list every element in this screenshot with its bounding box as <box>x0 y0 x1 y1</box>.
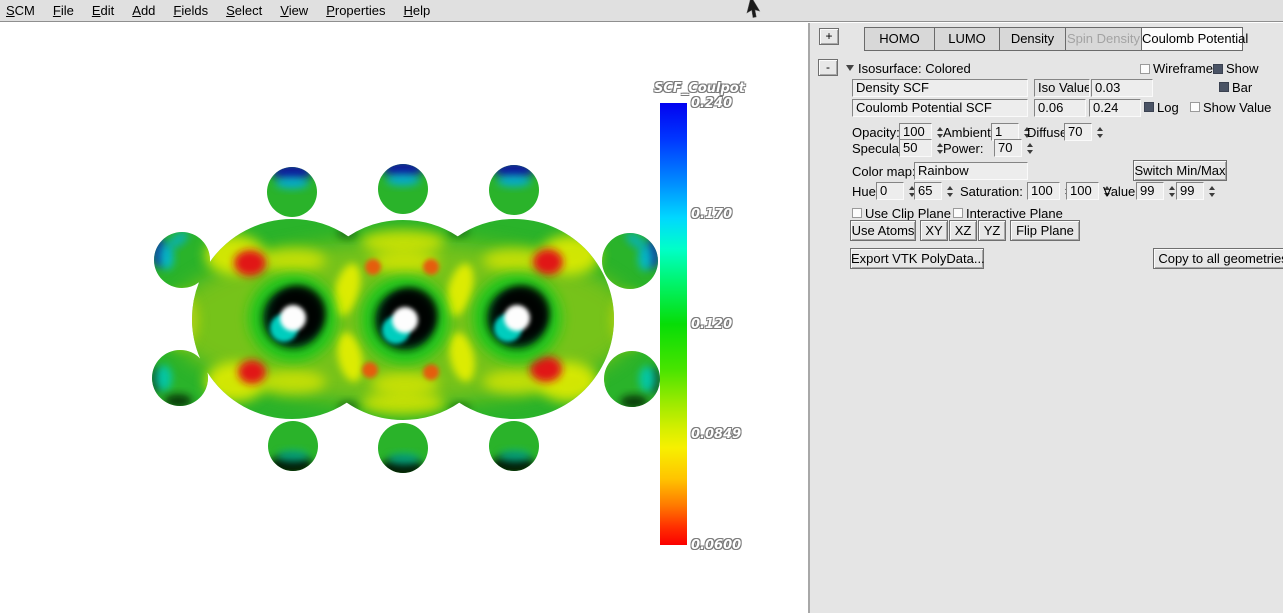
spin-down-icon[interactable] <box>1097 134 1103 138</box>
render-canvas[interactable]: SCF_Coulpot 0.240 0.170 0.120 0.0849 0.0… <box>0 23 807 613</box>
field-tabs: HOMO LUMO Density Spin Density Coulomb P… <box>864 27 1243 51</box>
colormap-input[interactable]: Rainbow <box>914 162 1028 180</box>
iso-value-input[interactable]: 0.03 <box>1091 79 1153 97</box>
copy-to-all-geometries-button[interactable]: Copy to all geometries <box>1153 248 1283 269</box>
wireframe-label: Wireframe <box>1153 61 1213 76</box>
menu-view[interactable]: View <box>271 3 317 18</box>
show-value-checkbox[interactable] <box>1190 102 1200 112</box>
bar-checkbox[interactable] <box>1219 82 1229 92</box>
mouse-cursor-icon <box>742 0 766 19</box>
power-spinner[interactable]: 70 <box>994 139 1035 157</box>
interactive-plane-label: Interactive Plane <box>966 206 1063 221</box>
colorbar-tick: 0.0849 <box>691 427 741 442</box>
opacity-label: Opacity: <box>852 125 900 140</box>
collapse-triangle-icon[interactable] <box>846 65 854 71</box>
use-clip-plane-checkbox[interactable] <box>852 208 862 218</box>
menu-scm[interactable]: SCM <box>0 3 44 18</box>
colorbar-gradient <box>660 103 687 545</box>
menu-help[interactable]: Help <box>394 3 439 18</box>
colorbar-title: SCF_Coulpot <box>654 81 745 96</box>
remove-field-button[interactable]: - <box>818 59 838 76</box>
tab-homo[interactable]: HOMO <box>864 27 935 51</box>
molecule-isosurface-view[interactable] <box>150 160 660 480</box>
spin-up-icon[interactable] <box>1209 186 1215 190</box>
colorbar-tick-min: 0.0600 <box>691 538 741 553</box>
color-min-input[interactable]: 0.06 <box>1034 99 1086 117</box>
isosurface-title: Isosurface: Colored <box>858 61 971 76</box>
use-atoms-button[interactable]: Use Atoms <box>850 220 916 241</box>
menu-select[interactable]: Select <box>217 3 271 18</box>
tab-lumo[interactable]: LUMO <box>934 27 1000 51</box>
iso-value-label: Iso Value <box>1034 79 1090 97</box>
export-vtk-button[interactable]: Export VTK PolyData... <box>850 248 984 269</box>
tab-spin-density: Spin Density <box>1065 27 1142 51</box>
colorbar-tick-max: 0.240 <box>691 96 732 111</box>
log-label: Log <box>1157 100 1179 115</box>
switch-minmax-button[interactable]: Switch Min/Max <box>1133 160 1227 181</box>
menu-fields[interactable]: Fields <box>164 3 217 18</box>
bar-label: Bar <box>1232 80 1252 95</box>
spin-up-icon[interactable] <box>947 186 953 190</box>
flip-plane-button[interactable]: Flip Plane <box>1010 220 1080 241</box>
spin-down-icon[interactable] <box>1209 193 1215 197</box>
yz-plane-button[interactable]: YZ <box>978 220 1006 241</box>
use-clip-plane-label: Use Clip Plane <box>865 206 951 221</box>
xy-plane-button[interactable]: XY <box>920 220 948 241</box>
menu-file[interactable]: File <box>44 3 83 18</box>
log-checkbox[interactable] <box>1144 102 1154 112</box>
ambient-label: Ambient: <box>943 125 994 140</box>
value-min-spinner[interactable]: 99 <box>1136 182 1177 200</box>
spin-down-icon[interactable] <box>1169 193 1175 197</box>
spin-up-icon[interactable] <box>1169 186 1175 190</box>
color-max-input[interactable]: 0.24 <box>1089 99 1141 117</box>
spin-up-icon[interactable] <box>1027 143 1033 147</box>
show-checkbox[interactable] <box>1213 64 1223 74</box>
add-field-button[interactable]: + <box>819 28 839 45</box>
properties-panel: + HOMO LUMO Density Spin Density Coulomb… <box>808 23 1283 613</box>
menu-properties[interactable]: Properties <box>317 3 394 18</box>
show-value-label: Show Value <box>1203 100 1271 115</box>
color-field-input[interactable]: Coulomb Potential SCF <box>852 99 1028 117</box>
tab-density[interactable]: Density <box>999 27 1066 51</box>
hue-min-spinner[interactable]: 0 <box>876 182 917 200</box>
value-max-spinner[interactable]: 99 <box>1176 182 1217 200</box>
spin-up-icon[interactable] <box>1097 127 1103 131</box>
saturation-label: Saturation: <box>960 184 1023 199</box>
show-label: Show <box>1226 61 1259 76</box>
menu-edit[interactable]: Edit <box>83 3 123 18</box>
xz-plane-button[interactable]: XZ <box>949 220 977 241</box>
power-label: Power: <box>943 141 983 156</box>
specular-spinner[interactable]: 50 <box>899 139 945 157</box>
value-label: Value: <box>1103 184 1139 199</box>
diffuse-spinner[interactable]: 70 <box>1064 123 1105 141</box>
wireframe-checkbox[interactable] <box>1140 64 1150 74</box>
interactive-plane-checkbox[interactable] <box>953 208 963 218</box>
menu-bar: SCM File Edit Add Fields Select View Pro… <box>0 0 1283 22</box>
menu-add[interactable]: Add <box>123 3 164 18</box>
isosurface-field-input[interactable]: Density SCF <box>852 79 1028 97</box>
colormap-label: Color map: <box>852 164 916 179</box>
spin-down-icon[interactable] <box>947 193 953 197</box>
tab-coulomb-potential[interactable]: Coulomb Potential <box>1141 27 1243 51</box>
spin-down-icon[interactable] <box>1027 150 1033 154</box>
colorbar-tick: 0.120 <box>691 317 732 332</box>
colorbar-tick: 0.170 <box>691 207 732 222</box>
hue-max-spinner[interactable]: 65 <box>914 182 955 200</box>
